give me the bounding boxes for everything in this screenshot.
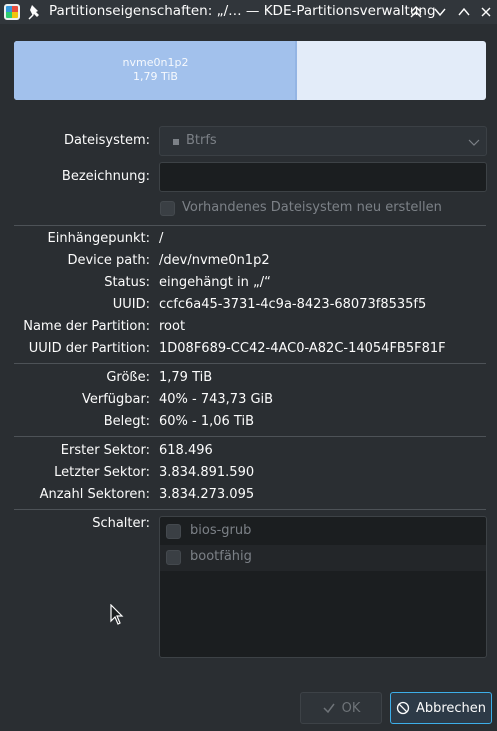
- flags-list[interactable]: bios-grub bootfähig: [159, 516, 487, 658]
- close-button[interactable]: [476, 2, 496, 22]
- filesystem-value: Btrfs: [186, 133, 217, 148]
- first-sector-value: 618.496: [159, 443, 213, 458]
- list-item[interactable]: bootfähig: [160, 545, 486, 571]
- device-path-label: Device path:: [67, 253, 150, 268]
- last-sector-value: 3.834.891.590: [159, 465, 255, 480]
- used-label: Belegt:: [103, 414, 150, 429]
- bios-grub-checkbox[interactable]: [166, 524, 181, 539]
- first-sector-label: Erster Sektor:: [60, 443, 150, 458]
- partition-uuid-label: UUID der Partition:: [28, 341, 150, 356]
- partition-name-label: Name der Partition:: [23, 319, 150, 334]
- available-label: Verfügbar:: [81, 392, 150, 407]
- title-bar[interactable]: Partitionseigenschaften: „/… — KDE-Parti…: [0, 0, 497, 24]
- minimize-icon: [434, 8, 446, 17]
- filesystem-combobox[interactable]: Btrfs: [159, 126, 487, 156]
- partition-size: 1,79 TiB: [133, 70, 178, 83]
- flag-label: bios-grub: [190, 523, 252, 538]
- available-value: 40% - 743,73 GiB: [159, 392, 274, 407]
- cancel-button[interactable]: Abbrechen: [390, 692, 492, 724]
- filesystem-label: Dateisystem:: [63, 133, 150, 148]
- status-value: eingehängt in „/“: [159, 275, 271, 290]
- checkmark-icon: [323, 703, 335, 714]
- ok-button[interactable]: OK: [300, 692, 382, 724]
- partition-graphic: nvme0n1p2 1,79 TiB: [14, 41, 486, 100]
- label-label: Bezeichnung:: [61, 169, 150, 184]
- ok-button-label: OK: [341, 700, 361, 716]
- keep-above-button[interactable]: [406, 2, 426, 22]
- recreate-checkbox-label: Vorhandenes Dateisystem neu erstellen: [182, 200, 442, 215]
- chevron-down-icon: [468, 139, 480, 146]
- mountpoint-label: Einhängepunkt:: [47, 231, 151, 246]
- separator: [14, 509, 486, 510]
- cancel-button-label: Abbrechen: [415, 700, 487, 716]
- sector-count-value: 3.834.273.095: [159, 487, 255, 502]
- size-label: Größe:: [106, 370, 150, 385]
- flags-label: Schalter:: [92, 516, 150, 531]
- bootable-checkbox[interactable]: [166, 550, 181, 565]
- filesystem-color-icon: [173, 139, 179, 145]
- cancel-icon: [396, 701, 410, 715]
- mountpoint-value: /: [159, 231, 164, 246]
- uuid-label: UUID:: [112, 297, 150, 312]
- sector-count-label: Anzahl Sektoren:: [39, 487, 150, 502]
- label-input[interactable]: [159, 162, 487, 192]
- partition-name: nvme0n1p2: [122, 56, 189, 69]
- uuid-value: ccfc6a45-3731-4c9a-8423-68073f8535f5: [159, 297, 427, 312]
- minimize-button[interactable]: [430, 2, 450, 22]
- flag-label: bootfähig: [190, 549, 252, 564]
- partition-name-value: root: [159, 319, 186, 334]
- used-value: 60% - 1,06 TiB: [159, 414, 254, 429]
- window-title: Partitionseigenschaften: „/… — KDE-Parti…: [49, 3, 436, 19]
- partition-graphic-label: nvme0n1p2 1,79 TiB: [14, 56, 297, 84]
- app-icon[interactable]: [4, 4, 20, 20]
- maximize-button[interactable]: [454, 2, 474, 22]
- mouse-cursor-icon: [110, 604, 124, 625]
- maximize-icon: [458, 7, 470, 16]
- status-label: Status:: [104, 275, 150, 290]
- list-item[interactable]: bios-grub: [160, 519, 486, 545]
- separator: [14, 363, 486, 364]
- device-path-value: /dev/nvme0n1p2: [159, 253, 270, 268]
- keep-above-icon: [410, 6, 422, 18]
- last-sector-label: Letzter Sektor:: [54, 465, 150, 480]
- separator: [14, 225, 486, 226]
- pin-icon[interactable]: [27, 3, 43, 21]
- separator: [14, 436, 486, 437]
- close-icon: [481, 7, 491, 17]
- recreate-checkbox[interactable]: [160, 201, 175, 216]
- size-value: 1,79 TiB: [159, 370, 213, 385]
- partition-uuid-value: 1D08F689-CC42-4AC0-A82C-14054FB5F81F: [159, 341, 446, 356]
